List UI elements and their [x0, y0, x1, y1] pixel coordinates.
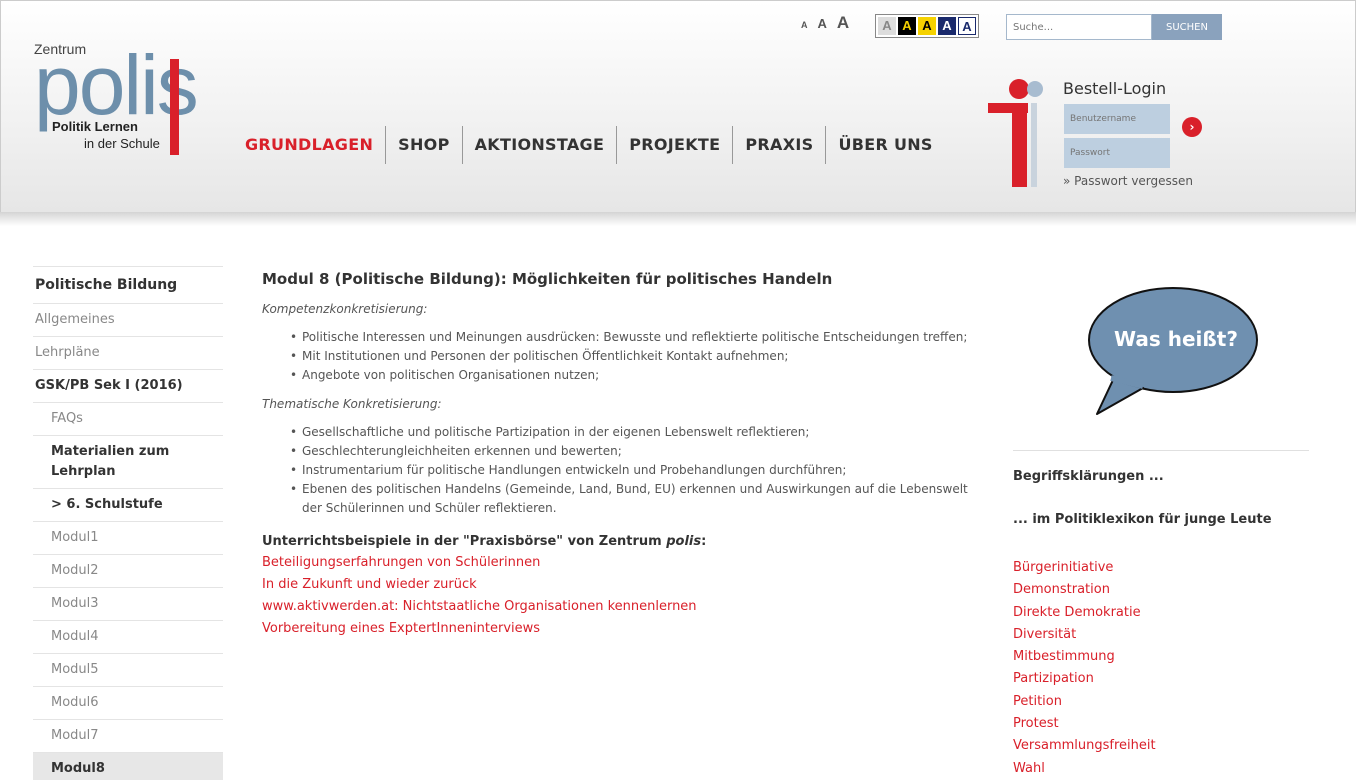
sidebar-item-modul2[interactable]: Modul2	[33, 554, 223, 587]
main-navigation: GRUNDLAGEN SHOP AKTIONSTAGE PROJEKTE PRA…	[245, 125, 945, 165]
search-button[interactable]: SUCHEN	[1152, 14, 1222, 40]
font-size-controls: A A A	[801, 13, 849, 33]
sidebar-item-modul6[interactable]: Modul6	[33, 686, 223, 719]
term-link[interactable]: Versammlungsfreiheit	[1013, 735, 1309, 757]
sidebar-item-materialien[interactable]: Materialien zum Lehrplan	[33, 435, 223, 488]
example-link[interactable]: Beteiligungserfahrungen von Schülerinnen	[262, 552, 982, 574]
page-title: Modul 8 (Politische Bildung): Möglichkei…	[262, 270, 833, 288]
thematisch-label: Thematische Konkretisierung:	[262, 397, 442, 411]
contrast-default[interactable]: A	[878, 17, 896, 35]
nav-ueber-uns[interactable]: ÜBER UNS	[825, 126, 944, 164]
kompetenz-label: Kompetenzkonkretisierung:	[262, 302, 428, 316]
list-item: Ebenen des politischen Handelns (Gemeind…	[290, 480, 982, 518]
sidebar-item-modul8[interactable]: Modul8	[33, 752, 223, 780]
contrast-blue-white[interactable]: A	[938, 17, 956, 35]
speech-bubble-icon	[1088, 287, 1258, 415]
term-link[interactable]: Protest	[1013, 713, 1309, 735]
examples-heading-colon: :	[701, 534, 707, 549]
was-heisst-bubble[interactable]: Was heißt?	[1013, 272, 1309, 434]
examples-heading-text: Unterrichtsbeispiele in der "Praxisbörse…	[262, 534, 667, 549]
sidebar-item-modul5[interactable]: Modul5	[33, 653, 223, 686]
list-item: Geschlechterungleichheiten erkennen und …	[290, 442, 982, 461]
term-link[interactable]: Diversität	[1013, 624, 1309, 646]
logo-line1: Politik Lernen	[52, 119, 138, 134]
sidebar-item-lehrplaene[interactable]: Lehrpläne	[33, 336, 223, 369]
thematisch-list: Gesellschaftliche und politische Partizi…	[290, 423, 982, 518]
font-size-medium[interactable]: A	[818, 16, 827, 31]
contrast-controls: A A A A A	[875, 14, 979, 38]
login-password-field[interactable]	[1064, 138, 1170, 168]
font-size-large[interactable]: A	[837, 13, 849, 33]
term-link[interactable]: Direkte Demokratie	[1013, 602, 1309, 624]
logo-red-bar	[170, 59, 179, 155]
login-submit-button[interactable]: ›	[1182, 117, 1202, 137]
header-shadow	[0, 212, 1356, 226]
site-header: Zentrum polis Politik Lernen in der Schu…	[0, 0, 1356, 212]
divider	[1013, 450, 1309, 451]
font-size-small[interactable]: A	[801, 20, 808, 30]
nav-shop[interactable]: SHOP	[385, 126, 461, 164]
list-item: Angebote von politischen Organisationen …	[290, 366, 982, 385]
examples-heading-polis: polis	[666, 534, 702, 549]
term-link[interactable]: Partizipation	[1013, 668, 1309, 690]
example-link[interactable]: www.aktivwerden.at: Nichtstaatliche Orga…	[262, 596, 982, 618]
forgot-password-link[interactable]: » Passwort vergessen	[1063, 174, 1193, 188]
list-item: Instrumentarium für politische Handlunge…	[290, 461, 982, 480]
examples-heading: Unterrichtsbeispiele in der "Praxisbörse…	[262, 532, 982, 552]
term-link[interactable]: Mitbestimmung	[1013, 646, 1309, 668]
bubble-text: Was heißt?	[1114, 327, 1238, 351]
term-link[interactable]: Demonstration	[1013, 579, 1309, 601]
sidebar-navigation: Politische Bildung Allgemeines Lehrpläne…	[33, 266, 223, 780]
contrast-white-blue[interactable]: A	[958, 17, 976, 35]
example-link[interactable]: In die Zukunft und wieder zurück	[262, 574, 982, 596]
contrast-yellow-black[interactable]: A	[918, 17, 936, 35]
sidebar-item-modul4[interactable]: Modul4	[33, 620, 223, 653]
polis-i-icon	[986, 79, 1046, 187]
sidebar-item-allgemeines[interactable]: Allgemeines	[33, 303, 223, 336]
nav-aktionstage[interactable]: AKTIONSTAGE	[461, 126, 617, 164]
right-sidebar: Was heißt? Begriffsklärungen ... ... im …	[1013, 272, 1309, 780]
term-link[interactable]: Petition	[1013, 691, 1309, 713]
contrast-black-yellow[interactable]: A	[898, 17, 916, 35]
login-username-field[interactable]	[1064, 104, 1170, 134]
sidebar-item-modul1[interactable]: Modul1	[33, 521, 223, 554]
lexikon-heading: ... im Politiklexikon für junge Leute	[1013, 512, 1272, 527]
list-item: Mit Institutionen und Personen der polit…	[290, 347, 982, 366]
main-content: Modul 8 (Politische Bildung): Möglichkei…	[262, 270, 982, 640]
kompetenz-list: Politische Interessen und Meinungen ausd…	[290, 328, 982, 385]
sidebar-item-gsk-pb[interactable]: GSK/PB Sek I (2016)	[33, 369, 223, 402]
polis-logo[interactable]: Zentrum polis Politik Lernen in der Schu…	[34, 41, 224, 161]
logo-line2: in der Schule	[84, 136, 160, 151]
example-link[interactable]: Vorbereitung eines ExptertInneninterview…	[262, 618, 982, 640]
search-form: SUCHEN	[1006, 14, 1222, 40]
begriffe-heading: Begriffsklärungen ...	[1013, 469, 1164, 484]
nav-praxis[interactable]: PRAXIS	[732, 126, 825, 164]
login-title: Bestell-Login	[1063, 79, 1167, 98]
list-item: Politische Interessen und Meinungen ausd…	[290, 328, 982, 347]
search-input[interactable]	[1006, 14, 1152, 40]
nav-projekte[interactable]: PROJEKTE	[616, 126, 732, 164]
nav-grundlagen[interactable]: GRUNDLAGEN	[245, 126, 385, 164]
term-link[interactable]: Wahl	[1013, 758, 1309, 780]
sidebar-item-modul3[interactable]: Modul3	[33, 587, 223, 620]
sidebar-item-modul7[interactable]: Modul7	[33, 719, 223, 752]
sidebar-item-faqs[interactable]: FAQs	[33, 402, 223, 435]
list-item: Gesellschaftliche und politische Partizi…	[290, 423, 982, 442]
sidebar-heading[interactable]: Politische Bildung	[33, 266, 223, 303]
term-link[interactable]: Bürgerinitiative	[1013, 557, 1309, 579]
sidebar-item-6-schulstufe[interactable]: > 6. Schulstufe	[33, 488, 223, 521]
